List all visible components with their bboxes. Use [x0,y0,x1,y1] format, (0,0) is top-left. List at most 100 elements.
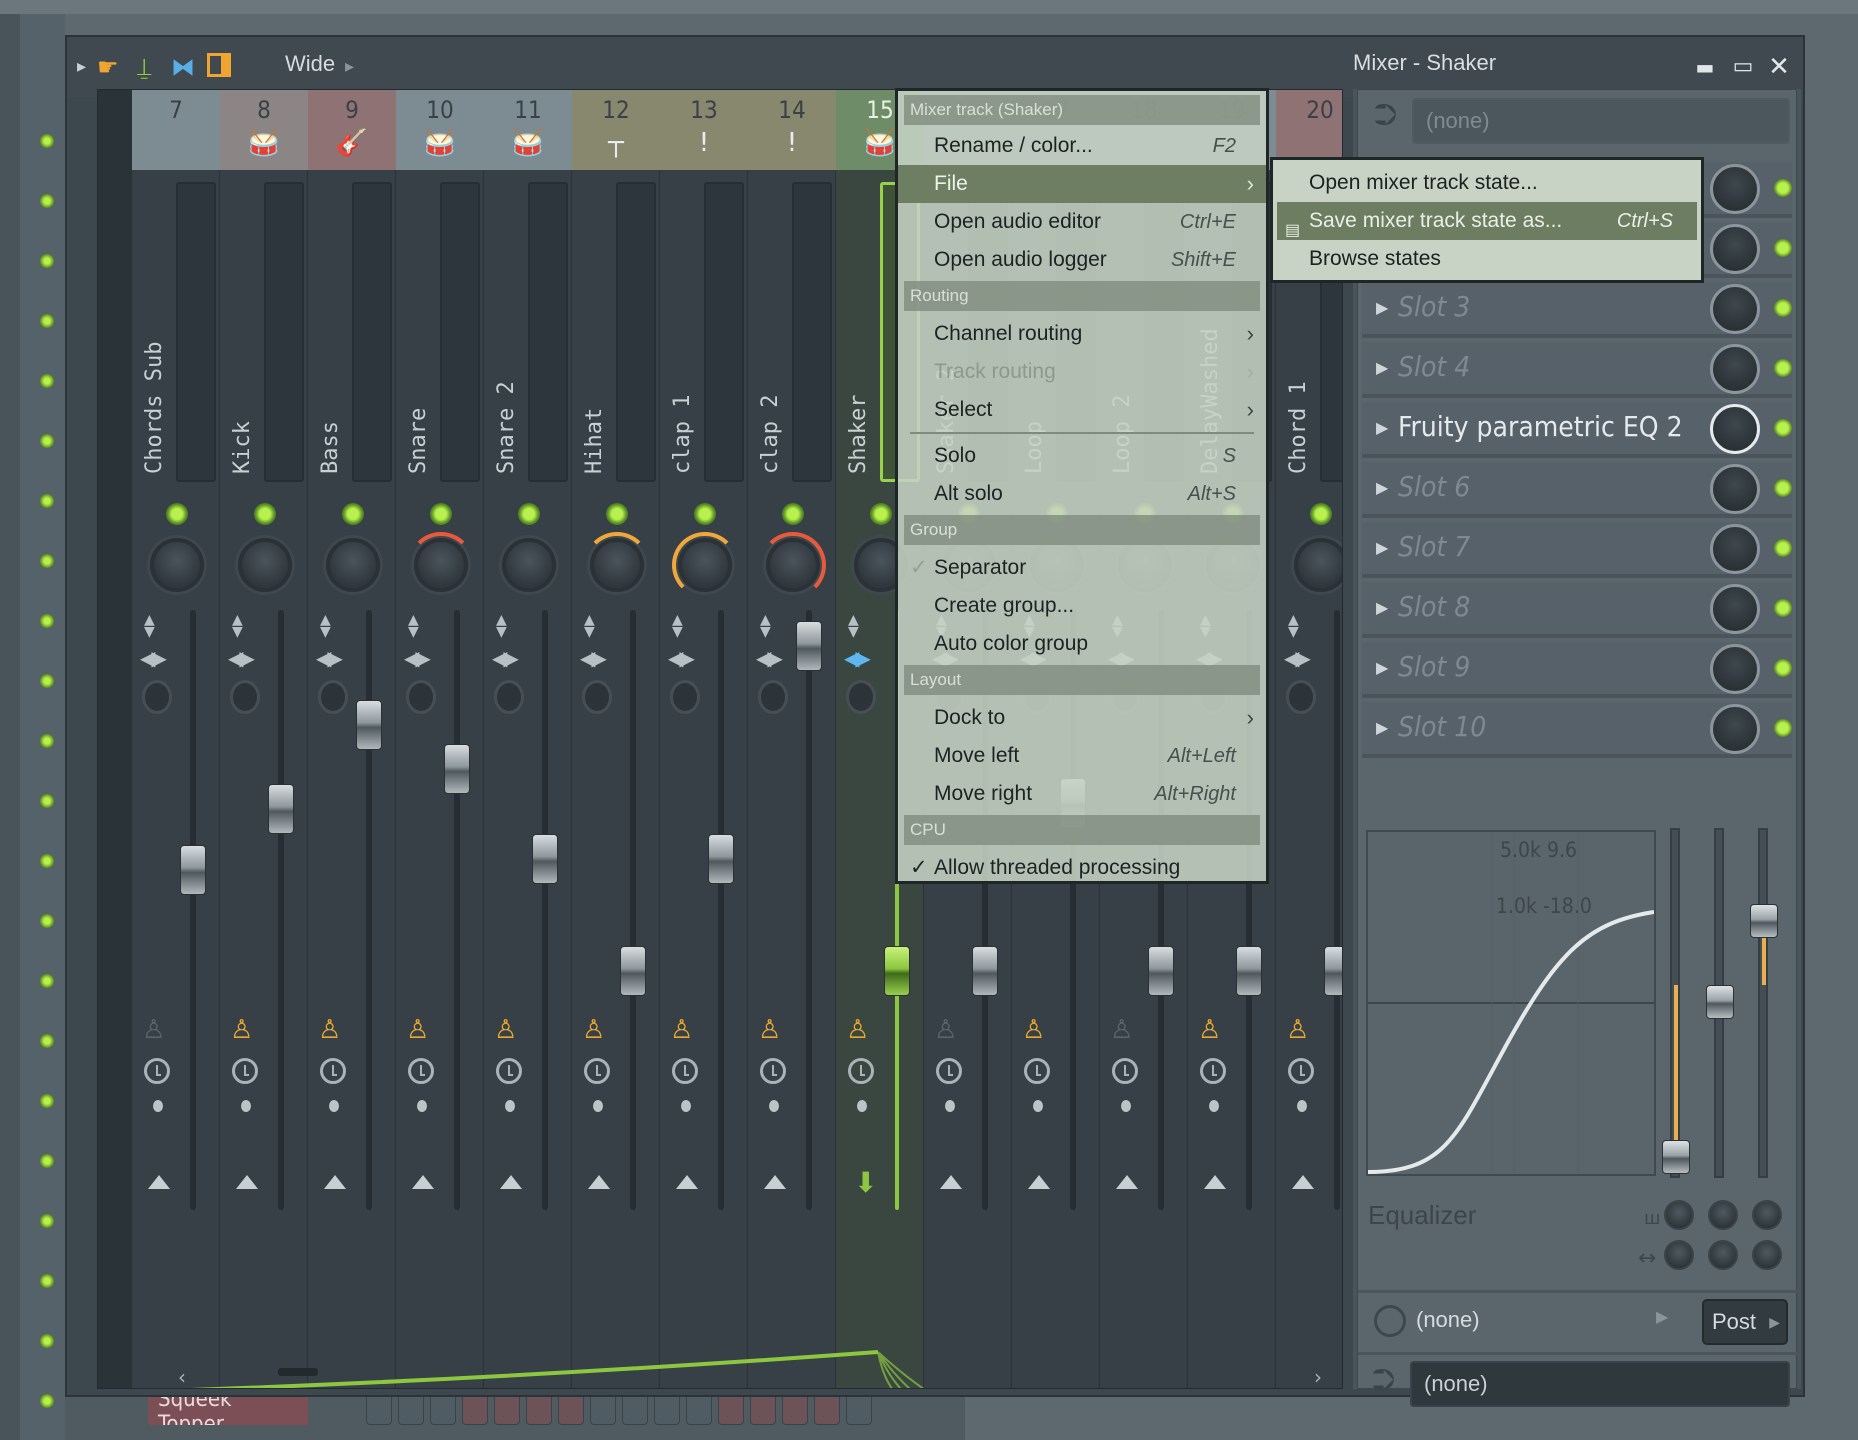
channel-led[interactable] [40,854,54,868]
output-select[interactable]: (none) [1410,1361,1790,1407]
slot-enable-led[interactable] [1774,719,1792,737]
channel-led[interactable] [40,1274,54,1288]
channel-led[interactable] [40,734,54,748]
channel-led[interactable] [40,494,54,508]
menu-item-auto-color-group[interactable]: Auto color group [898,625,1266,663]
step-button[interactable] [494,1393,520,1425]
menu-item-file[interactable]: File › [898,165,1266,203]
expand-arrow-icon[interactable]: ▶ [1376,478,1388,497]
channel-led[interactable] [40,434,54,448]
eq-bandwidth-knob[interactable] [1664,1200,1694,1230]
eq-band-handle[interactable] [1706,985,1734,1019]
channel-led[interactable] [40,614,54,628]
slot-mix-knob[interactable] [1710,284,1760,334]
menu-item-solo[interactable]: Solo S [898,437,1266,475]
step-button[interactable] [686,1393,712,1425]
step-button[interactable] [430,1393,456,1425]
expand-arrow-icon[interactable]: ▶ [1376,538,1388,557]
menu-item-select[interactable]: Select › [898,391,1266,429]
channel-led[interactable] [40,1154,54,1168]
slot-mix-knob[interactable] [1710,644,1760,694]
layout-icon[interactable] [207,53,231,77]
submenu-item-save-mixer-track-state-as[interactable]: ▤ Save mixer track state as... Ctrl+S [1277,202,1697,240]
expand-arrow-icon[interactable]: ▶ [1376,598,1388,617]
send-arrow-icon[interactable]: ▶ [1656,1307,1668,1326]
slot-enable-led[interactable] [1774,179,1792,197]
menu-item-open-audio-logger[interactable]: Open audio logger Shift+E [898,241,1266,279]
send-source[interactable]: (none) [1416,1307,1480,1333]
menu-item-move-left[interactable]: Move left Alt+Left [898,737,1266,775]
input-select[interactable]: (none) [1412,98,1790,144]
maximize-icon[interactable]: ▭ [1725,49,1761,85]
step-button[interactable] [654,1393,680,1425]
slot-enable-led[interactable] [1774,299,1792,317]
channel-led[interactable] [40,974,54,988]
post-button[interactable]: Post ▶ [1702,1299,1788,1345]
menu-item-move-right[interactable]: Move right Alt+Right [898,775,1266,813]
expand-arrow-icon[interactable]: ▶ [1376,418,1388,437]
effect-slot[interactable]: ▶ Slot 10 [1362,702,1792,758]
channel-led[interactable] [40,1334,54,1348]
eq-pan-knob[interactable] [1708,1240,1738,1270]
effect-slot[interactable]: ▶ Slot 7 [1362,522,1792,578]
menu-item-allow-threaded-processing[interactable]: ✓ Allow threaded processing [898,849,1266,887]
menu-item-dock-to[interactable]: Dock to › [898,699,1266,737]
channel-led[interactable] [40,374,54,388]
channel-led[interactable] [40,1034,54,1048]
effect-slot[interactable]: ▶ Fruity parametric EQ 2 [1362,402,1792,458]
step-button[interactable] [622,1393,648,1425]
effect-slot[interactable]: ▶ Slot 8 [1362,582,1792,638]
channel-led[interactable] [40,794,54,808]
menu-item-rename-color[interactable]: Rename / color... F2 [898,127,1266,165]
next-arrow-icon[interactable]: ▸ [345,51,354,83]
eq-bandwidth-knob[interactable] [1708,1200,1738,1230]
step-button[interactable] [526,1393,552,1425]
expand-arrow-icon[interactable]: ▶ [1376,658,1388,677]
pointer-hand-icon[interactable]: ☛ [97,51,119,83]
eq-pan-knob[interactable] [1752,1240,1782,1270]
minimize-icon[interactable]: ▬ [1687,49,1723,85]
effect-slot[interactable]: ▶ Slot 4 [1362,342,1792,398]
step-button[interactable] [558,1393,584,1425]
slot-enable-led[interactable] [1774,599,1792,617]
eq-pan-knob[interactable] [1664,1240,1694,1270]
menu-item-separator[interactable]: ✓ Separator [898,549,1266,587]
eq-band-slider-3[interactable] [1750,828,1778,1178]
submenu-item-browse-states[interactable]: Browse states [1277,240,1697,278]
slot-enable-led[interactable] [1774,419,1792,437]
step-button[interactable] [366,1393,392,1425]
effect-slot[interactable]: ▶ Slot 9 [1362,642,1792,698]
channel-led[interactable] [40,1394,54,1408]
channel-led[interactable] [40,194,54,208]
step-button[interactable] [398,1393,424,1425]
expand-arrow-icon[interactable]: ▶ [1376,718,1388,737]
channel-led[interactable] [40,674,54,688]
slot-mix-knob[interactable] [1710,524,1760,574]
menu-item-open-audio-editor[interactable]: Open audio editor Ctrl+E [898,203,1266,241]
step-button[interactable] [750,1393,776,1425]
view-mode-label[interactable]: Wide [285,51,335,77]
slot-mix-knob[interactable] [1710,224,1760,274]
channel-led[interactable] [40,1094,54,1108]
slot-enable-led[interactable] [1774,359,1792,377]
channel-led[interactable] [40,314,54,328]
step-button[interactable] [782,1393,808,1425]
menu-item-alt-solo[interactable]: Alt solo Alt+S [898,475,1266,513]
expand-arrow-icon[interactable]: ▶ [1376,358,1388,377]
eq-band-slider-2[interactable] [1706,828,1734,1178]
channel-led[interactable] [40,1214,54,1228]
menu-arrow-icon[interactable]: ▸ [77,51,86,83]
step-button[interactable] [846,1393,872,1425]
slot-mix-knob[interactable] [1710,704,1760,754]
slot-mix-knob[interactable] [1710,584,1760,634]
close-icon[interactable]: ✕ [1761,49,1797,85]
slot-mix-knob[interactable] [1710,404,1760,454]
step-button[interactable] [462,1393,488,1425]
step-button[interactable] [590,1393,616,1425]
expand-arrow-icon[interactable]: ▶ [1376,298,1388,317]
slot-enable-led[interactable] [1774,539,1792,557]
step-button[interactable] [814,1393,840,1425]
slot-mix-knob[interactable] [1710,464,1760,514]
channel-led[interactable] [40,554,54,568]
stereo-icon[interactable]: ⧓ [171,51,195,83]
